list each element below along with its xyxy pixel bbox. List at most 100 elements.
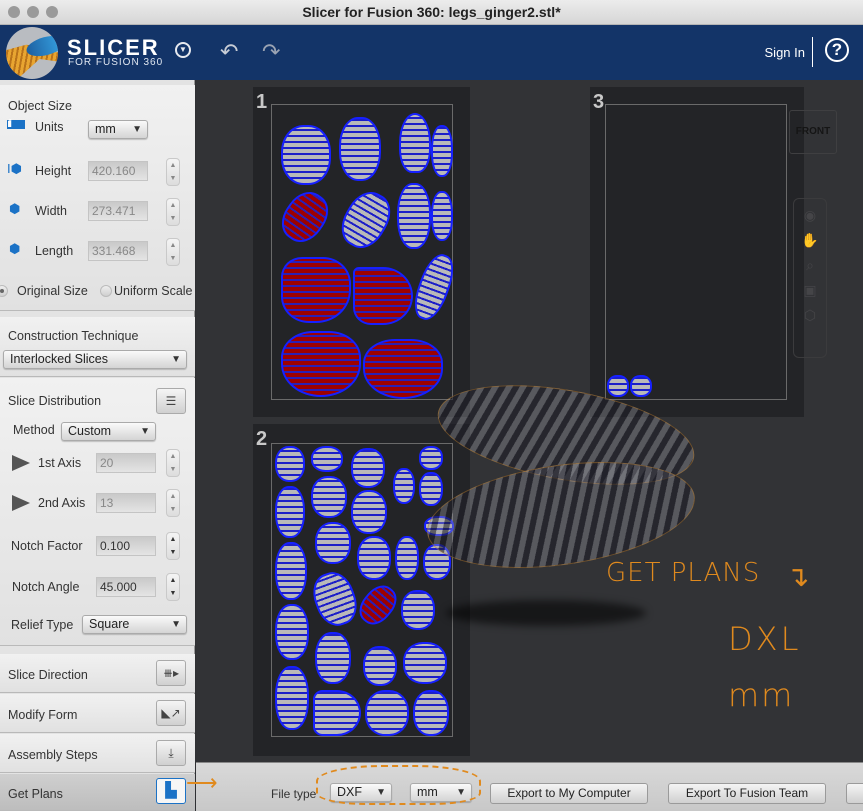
width-field[interactable]: 273.471 — [88, 201, 148, 221]
axis2-field[interactable]: 13 — [96, 493, 156, 513]
slice-direction-icon[interactable]: ⧻▸ — [156, 660, 186, 686]
sheet-3[interactable]: 3 — [590, 87, 804, 417]
length-stepper[interactable]: ▲ ▼ — [166, 238, 180, 266]
step-slice-direction[interactable]: Slice Direction ⧻▸ — [0, 654, 195, 693]
slice-piece[interactable] — [363, 646, 397, 686]
pan-hand-icon[interactable]: ✋ — [794, 232, 826, 249]
cube-view-icon[interactable]: ⬡ — [794, 307, 826, 324]
slice-piece[interactable] — [357, 536, 391, 580]
slice-piece[interactable] — [275, 486, 305, 538]
redo-icon[interactable]: ↷ — [262, 39, 280, 65]
notch-angle-field[interactable]: 45.000 — [96, 577, 156, 597]
height-field[interactable]: 420.160 — [88, 161, 148, 181]
original-size-radio[interactable] — [0, 285, 8, 297]
method-select[interactable]: Custom ▼ — [61, 422, 156, 441]
slice-piece[interactable] — [315, 522, 351, 564]
sheet-1[interactable]: 1 — [253, 87, 470, 417]
list-icon: ☰ — [165, 394, 177, 408]
close-window-button[interactable] — [8, 6, 20, 18]
chevron-down-circle-icon[interactable]: ▼ — [175, 42, 191, 58]
original-size-label: Original Size — [17, 284, 88, 298]
slice-piece[interactable] — [351, 448, 385, 488]
annotation-mm: mm — [728, 676, 795, 714]
slice-piece[interactable] — [339, 117, 381, 181]
get-plans-icon[interactable]: ▙ — [156, 778, 186, 804]
step-modify-form[interactable]: Modify Form ◣↗ — [0, 694, 195, 733]
step-get-plans[interactable]: Get Plans ▙ — [0, 774, 195, 811]
slice-piece[interactable] — [397, 183, 431, 249]
extra-export-button[interactable] — [846, 783, 863, 804]
slice-piece[interactable] — [281, 125, 331, 185]
slice-piece[interactable] — [419, 446, 443, 470]
export-bar: ⟶ File type DXF ▼ mm ▼ Export to My Comput… — [186, 762, 863, 811]
height-stepper[interactable]: ▲ ▼ — [166, 158, 180, 186]
distribution-options-button[interactable]: ☰ — [156, 388, 186, 414]
slice-piece[interactable] — [313, 690, 361, 736]
orbit-icon[interactable]: ◉ — [794, 207, 826, 224]
slice-piece[interactable] — [275, 446, 305, 482]
annotation-arrow-icon: ↴ — [786, 560, 810, 593]
slice-piece[interactable] — [275, 542, 307, 600]
sign-in-link[interactable]: Sign In — [765, 45, 805, 60]
modify-form-icon[interactable]: ◣↗ — [156, 700, 186, 726]
slice-piece[interactable] — [401, 590, 435, 630]
axis2-arrow-icon — [12, 495, 30, 511]
sheet-2[interactable]: 2 — [253, 424, 470, 756]
fit-view-icon[interactable]: ▣ — [794, 282, 826, 299]
slice-piece[interactable] — [395, 536, 419, 580]
help-icon[interactable]: ? — [825, 38, 849, 62]
width-icon: ⬢ — [9, 201, 21, 216]
slice-piece[interactable] — [630, 375, 652, 397]
notch-angle-stepper[interactable]: ▲ ▼ — [166, 573, 180, 601]
axis2-stepper[interactable]: ▲ ▼ — [166, 489, 180, 517]
slice-piece[interactable] — [311, 446, 343, 472]
undo-icon[interactable]: ↶ — [220, 39, 238, 65]
minimize-window-button[interactable] — [27, 6, 39, 18]
slice-piece[interactable] — [315, 632, 351, 684]
zoom-magnifier-icon[interactable]: ⌕ — [794, 257, 826, 274]
slice-piece[interactable] — [351, 490, 387, 534]
slice-piece[interactable] — [281, 257, 351, 323]
length-label: Length — [35, 244, 74, 258]
export-to-computer-button[interactable]: Export to My Computer — [490, 783, 648, 804]
zoom-window-button[interactable] — [46, 6, 58, 18]
slice-piece[interactable] — [365, 690, 409, 736]
slicer-logo-icon — [6, 27, 58, 79]
slice-piece[interactable] — [363, 339, 443, 399]
slice-piece[interactable] — [393, 468, 415, 504]
slice-piece[interactable] — [353, 267, 413, 325]
axis1-field[interactable]: 20 — [96, 453, 156, 473]
slice-piece[interactable] — [403, 642, 447, 684]
construction-select[interactable]: Interlocked Slices ▼ — [3, 350, 187, 369]
relief-type-select[interactable]: Square ▼ — [82, 615, 187, 634]
sidebar: Object Size ılıl Units mm ▼ I⬢ Height 420… — [0, 80, 195, 811]
slice-piece[interactable] — [607, 375, 629, 397]
uniform-scale-radio[interactable] — [100, 285, 112, 297]
notch-factor-stepper[interactable]: ▲ ▼ — [166, 532, 180, 560]
notch-factor-field[interactable]: 0.100 — [96, 536, 156, 556]
chevron-down-icon: ▼ — [171, 619, 181, 630]
slice-piece[interactable] — [431, 125, 453, 177]
slice-piece[interactable] — [399, 113, 431, 173]
axis1-stepper[interactable]: ▲ ▼ — [166, 449, 180, 477]
sheet-number: 3 — [593, 91, 605, 113]
export-to-fusion-team-button[interactable]: Export To Fusion Team — [668, 783, 826, 804]
slice-piece[interactable] — [281, 331, 361, 397]
slice-piece[interactable] — [431, 191, 453, 241]
slice-piece[interactable] — [275, 604, 309, 660]
slice-piece[interactable] — [413, 690, 449, 736]
length-field[interactable]: 331.468 — [88, 241, 148, 261]
window-title: Slicer for Fusion 360: legs_ginger2.stl* — [302, 4, 561, 20]
slice-piece[interactable] — [311, 476, 347, 518]
slice-piece[interactable] — [419, 472, 443, 506]
assembly-steps-icon[interactable]: ⤓ — [156, 740, 186, 766]
width-stepper[interactable]: ▲ ▼ — [166, 198, 180, 226]
viewcube[interactable]: FRONT — [789, 110, 837, 154]
viewport-canvas[interactable]: 1 2 3 FRONT ◉ ✋ ⌕ ▣ ⬡ GET PLANS ↴ DXL mm — [196, 80, 863, 762]
uniform-scale-label: Uniform Scale — [114, 284, 193, 298]
step-assembly-steps[interactable]: Assembly Steps ⤓ — [0, 734, 195, 773]
units-label: Units — [35, 120, 64, 134]
units-select[interactable]: mm ▼ — [88, 120, 148, 139]
chevron-down-icon: ▼ — [140, 426, 150, 437]
slice-piece[interactable] — [275, 666, 309, 730]
